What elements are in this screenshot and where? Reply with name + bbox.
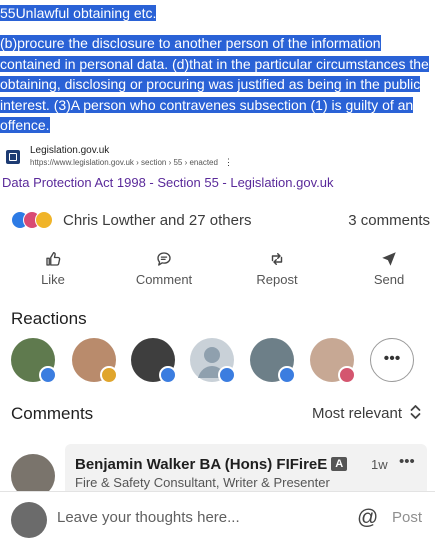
reactions-heading: Reactions — [11, 309, 87, 328]
reactors-summary[interactable]: Chris Lowther and 27 others — [63, 212, 251, 229]
like-label: Like — [41, 272, 65, 287]
insightful-badge-icon — [100, 366, 118, 384]
comment-input[interactable] — [57, 509, 347, 526]
snippet-body-text: (b)procure the disclosure to another per… — [0, 35, 429, 133]
reactor-avatar[interactable] — [310, 338, 356, 384]
reactor-avatar[interactable] — [190, 338, 236, 384]
comment-button[interactable]: Comment — [119, 250, 209, 287]
author-badge: A — [331, 457, 348, 471]
source-url: https://www.legislation.gov.uk › section… — [30, 157, 233, 168]
comment-timestamp: 1w — [371, 457, 388, 472]
repost-button[interactable]: Repost — [232, 250, 322, 287]
comment-icon — [119, 250, 209, 270]
mention-icon[interactable]: @ — [357, 506, 378, 530]
like-badge-icon — [218, 366, 236, 384]
like-badge-icon — [278, 366, 296, 384]
comment-label: Comment — [135, 272, 193, 287]
comments-count[interactable]: 3 comments — [348, 212, 430, 229]
comment-author-name: Benjamin Walker BA (Hons) FIFireE — [75, 456, 328, 473]
chevron-up-down-icon — [410, 404, 421, 423]
reactor-avatar[interactable] — [72, 338, 118, 384]
post-button[interactable]: Post — [392, 509, 422, 526]
reaction-icon-stack — [11, 211, 53, 229]
send-button[interactable]: Send — [344, 250, 434, 287]
repost-icon — [232, 250, 322, 270]
insightful-reaction-icon — [35, 211, 53, 229]
source-attribution[interactable]: Legislation.gov.uk https://www.legislati… — [6, 145, 233, 168]
source-url-text: https://www.legislation.gov.uk › section… — [30, 158, 218, 167]
source-menu-icon[interactable]: ⋮ — [224, 157, 233, 167]
reactor-avatar[interactable] — [131, 338, 177, 384]
sort-label: Most relevant — [311, 405, 402, 422]
snippet-title: 55Unlawful obtaining etc. — [0, 4, 157, 23]
snippet-title-text: 55Unlawful obtaining etc. — [0, 5, 157, 21]
legislation-favicon-icon — [6, 149, 20, 164]
more-reactions-button[interactable]: ••• — [370, 338, 414, 382]
send-icon — [344, 250, 434, 270]
like-badge-icon — [159, 366, 177, 384]
comment-author-headline: Fire & Safety Consultant, Writer & Prese… — [75, 475, 330, 490]
reactor-avatar[interactable] — [11, 338, 57, 384]
like-badge-icon — [39, 366, 57, 384]
comment-composer: @ Post — [0, 491, 435, 550]
send-label: Send — [373, 272, 405, 287]
post-action-bar: Like Comment Repost Send — [0, 250, 435, 292]
repost-label: Repost — [256, 272, 298, 287]
current-user-avatar — [11, 502, 47, 538]
reactor-avatar-row: ••• — [11, 338, 431, 386]
comments-heading: Comments — [11, 404, 94, 423]
search-result-link[interactable]: Data Protection Act 1998 - Section 55 - … — [2, 175, 333, 190]
love-badge-icon — [338, 366, 356, 384]
comment-author[interactable]: Benjamin Walker BA (Hons) FIFireE A — [75, 456, 348, 473]
reactor-avatar[interactable] — [250, 338, 296, 384]
social-counts-bar[interactable]: Chris Lowther and 27 others 3 comments — [11, 208, 431, 232]
like-button[interactable]: Like — [8, 250, 98, 287]
comment-more-icon[interactable]: ••• — [399, 453, 415, 470]
snippet-body: (b)procure the disclosure to another per… — [0, 33, 435, 136]
comment-sort-dropdown[interactable]: Most relevant — [312, 404, 421, 423]
thumbs-up-icon — [8, 250, 98, 270]
source-name: Legislation.gov.uk — [30, 145, 110, 156]
